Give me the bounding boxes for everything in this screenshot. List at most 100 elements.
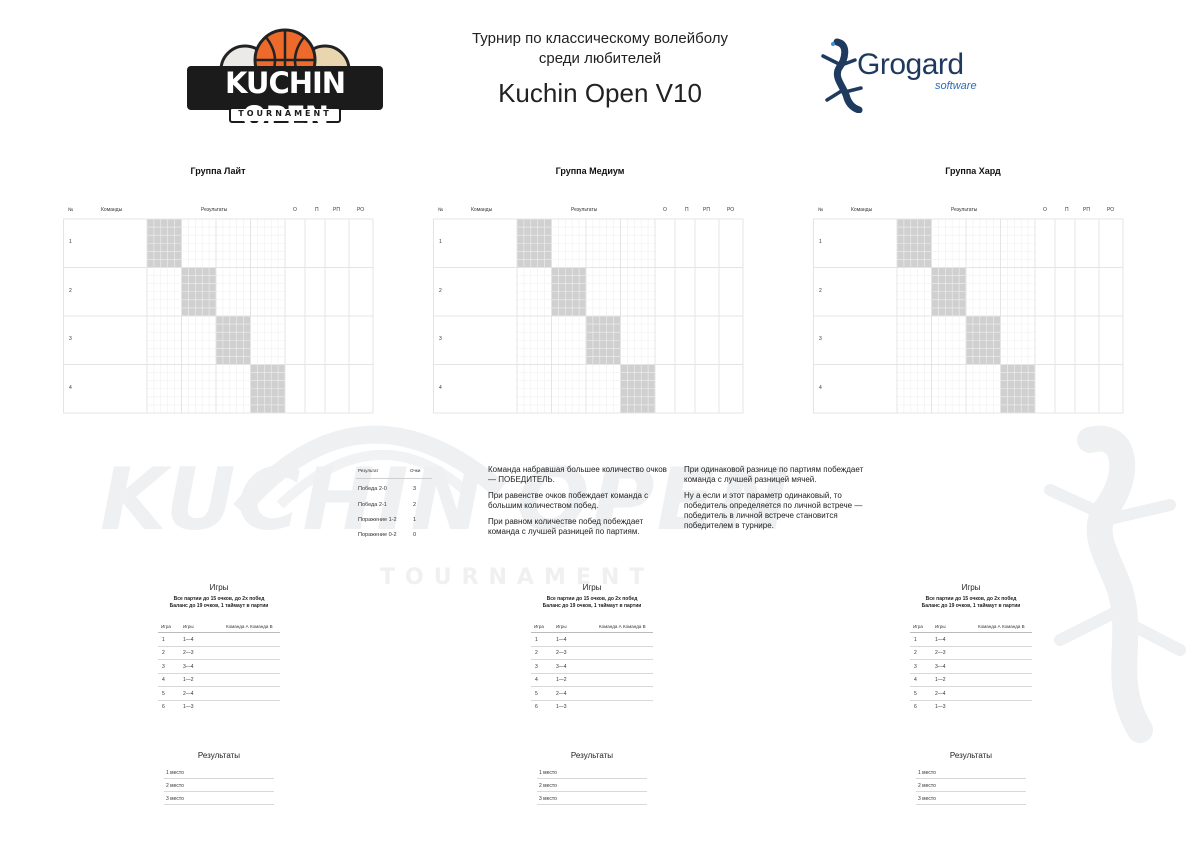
- game-number: 1: [914, 637, 917, 643]
- game-number: 2: [914, 650, 917, 657]
- game-pair: 1—4: [935, 637, 946, 643]
- game-number: 5: [914, 690, 917, 697]
- group-table-light: № Команды Результаты О П РП РО 1 2 3 4: [63, 205, 375, 415]
- games-header-team-b: Команда В: [250, 624, 273, 629]
- games-title-light: Игры: [209, 583, 229, 592]
- row-number: 1: [439, 239, 442, 245]
- header-rp: РП: [333, 207, 340, 213]
- game-number: 4: [914, 677, 917, 684]
- game-number: 5: [535, 690, 538, 697]
- games-header-line: [910, 632, 1032, 633]
- game-row-line: [158, 699, 280, 701]
- games-header-pair: Игры: [556, 624, 567, 629]
- header-rp: РП: [703, 207, 710, 213]
- result-place: 1 место: [918, 770, 936, 776]
- row-number: 4: [819, 384, 822, 391]
- game-row-line: [158, 672, 280, 674]
- points-row-result: Поражение 0-2: [358, 532, 397, 538]
- games-title-medium: Игры: [582, 583, 602, 592]
- game-pair: 3—4: [556, 663, 567, 670]
- result-place: 2 место: [918, 783, 936, 789]
- game-row-line: [158, 646, 280, 647]
- results-title-hard: Результаты: [949, 751, 993, 760]
- games-header-pair: Игры: [935, 624, 946, 629]
- game-number: 3: [535, 663, 538, 670]
- game-pair: 3—4: [935, 663, 946, 670]
- header-rp: РП: [1083, 207, 1090, 213]
- games-rule-2: Баланс до 19 очков, 1 таймаут в партии: [169, 603, 269, 609]
- table-grid: [63, 218, 374, 414]
- game-number: 6: [535, 704, 538, 710]
- row-number: 3: [819, 336, 822, 342]
- points-row-result: Победа 2-0: [358, 486, 387, 492]
- games-rule-1: Все партии до 15 очков, до 2х побед: [546, 596, 638, 602]
- result-place: 1 место: [539, 770, 557, 776]
- game-number: 6: [914, 704, 917, 710]
- games-header-team-a: Команда А: [978, 624, 1001, 629]
- header-o: О: [293, 207, 297, 213]
- game-pair: 1—2: [935, 677, 946, 684]
- games-rule-1: Все партии до 15 очков, до 2х побед: [173, 596, 265, 602]
- games-header-game: Игра: [534, 624, 544, 629]
- subtitle-line-1: Турнир по классическому волейболу: [471, 30, 729, 47]
- rules-left: Команда набравшая большее количество очк…: [488, 465, 668, 543]
- game-number: 6: [162, 704, 165, 710]
- result-line: [164, 778, 274, 779]
- subtitle-line-2: среди любителей: [538, 50, 662, 67]
- games-rule-1: Все партии до 15 очков, до 2х побед: [925, 596, 1017, 602]
- points-row-value: 0: [413, 532, 417, 538]
- game-row-line: [531, 699, 653, 701]
- game-row-line: [910, 672, 1032, 674]
- game-number: 4: [162, 677, 165, 684]
- game-number: 1: [535, 637, 538, 643]
- result-line: [537, 804, 647, 805]
- result-place: 3 место: [539, 796, 557, 802]
- result-place: 3 место: [918, 796, 936, 802]
- group-title-hard: Группа Хард: [945, 166, 1001, 176]
- grogard-logo: Grogard software: [815, 38, 1005, 114]
- result-line: [916, 791, 1026, 792]
- results-title-medium: Результаты: [570, 751, 614, 760]
- result-line: [537, 778, 647, 779]
- game-row-line: [531, 646, 653, 647]
- row-number: 1: [819, 239, 822, 245]
- row-number: 2: [69, 287, 72, 294]
- header-o: О: [1043, 207, 1047, 213]
- game-pair: 1—3: [935, 704, 946, 710]
- games-header-pair: Игры: [183, 624, 194, 629]
- result-line: [916, 804, 1026, 805]
- games-header-line: [158, 632, 280, 633]
- result-place: 1 место: [166, 770, 184, 776]
- game-pair: 1—4: [183, 637, 194, 643]
- games-header-team-b: Команда В: [623, 624, 646, 629]
- games-header-team-b: Команда В: [1002, 624, 1025, 629]
- game-pair: 1—3: [183, 704, 194, 710]
- row-number: 4: [439, 384, 442, 391]
- header-num: №: [438, 207, 444, 213]
- row-number: 1: [69, 239, 72, 245]
- games-header-team-a: Команда А: [226, 624, 249, 629]
- game-pair: 3—4: [183, 663, 194, 670]
- result-line: [537, 791, 647, 792]
- header-num: №: [818, 207, 824, 213]
- grogard-name: Grogard: [857, 48, 964, 81]
- group-table-hard: № Команды Результаты О П РП РО 1 2 3 4: [813, 205, 1125, 415]
- logo-subtitle: TOURNAMENT: [238, 109, 332, 118]
- games-rule-2: Баланс до 19 очков, 1 таймаут в партии: [542, 603, 642, 609]
- rule-text: При равном количестве побед побеждает ко…: [488, 517, 644, 536]
- row-number: 2: [819, 287, 822, 294]
- result-place: 2 место: [166, 783, 184, 789]
- page-title: Kuchin Open V10: [498, 78, 702, 108]
- rule-text: При одинаковой разнице по партиям побежд…: [684, 465, 864, 484]
- game-number: 1: [162, 637, 165, 643]
- game-number: 2: [535, 650, 538, 657]
- game-pair: 1—3: [556, 704, 567, 710]
- row-number: 4: [69, 384, 72, 391]
- grogard-software: software: [935, 80, 977, 92]
- game-row-line: [531, 686, 653, 688]
- logo-title: KUCHIN OPEN: [224, 66, 346, 134]
- result-line: [916, 778, 1026, 779]
- table-grid: [813, 218, 1124, 414]
- group-title-light: Группа Лайт: [190, 166, 246, 176]
- game-pair: 1—2: [183, 677, 194, 684]
